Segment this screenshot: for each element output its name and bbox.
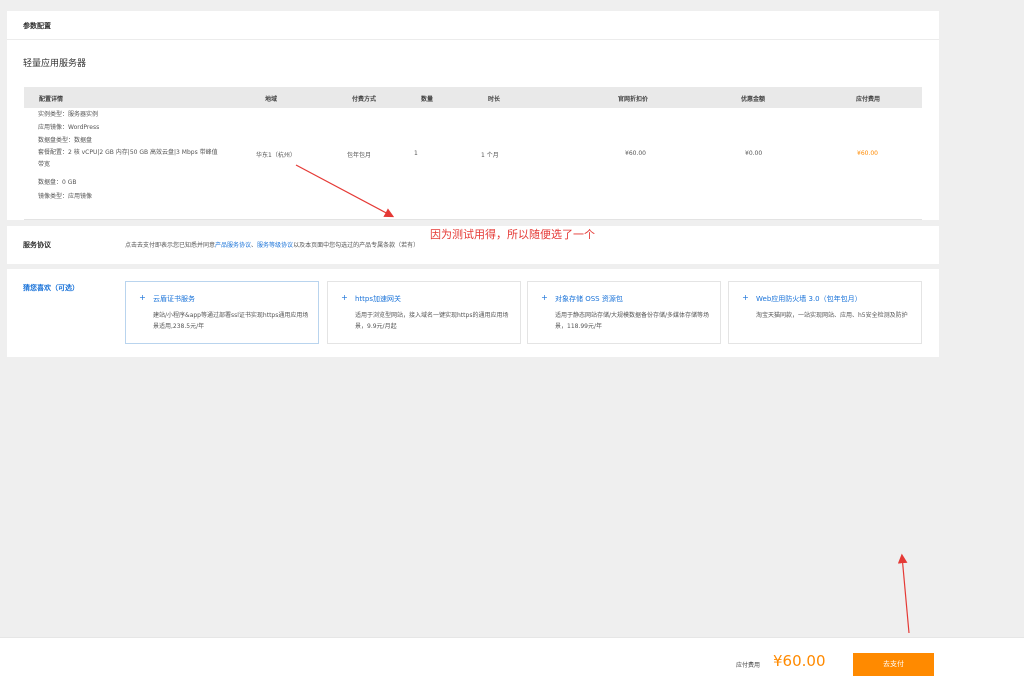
spec-instance-type: 实例类型：服务器实例: [38, 111, 99, 118]
annotation-arrow-pay: [897, 553, 910, 634]
recommend-item-title: Web应用防火墙 3.0（包年包月）: [756, 295, 862, 303]
cell-due: ¥60.00: [857, 150, 878, 157]
col-duration: 时长: [488, 96, 501, 103]
col-due: 应付费用: [856, 96, 881, 103]
product-name: 轻量应用服务器: [23, 59, 87, 69]
plus-icon[interactable]: +: [540, 293, 549, 302]
agreement-label: 服务协议: [23, 241, 51, 249]
recommend-item-title: 云盾证书服务: [153, 295, 195, 303]
agreement-text: 点击去支付即表示您已知悉并同意产品服务协议、服务等级协议以及本页面中您勾选过的产…: [125, 240, 419, 249]
table-header: 配置详情 地域 付费方式 数量 时长 官网折扣价 优惠金额 应付费用: [24, 87, 922, 108]
spec-disk-type: 数据盘类型：数据盘: [38, 137, 93, 144]
service-level-agreement-link[interactable]: 服务等级协议: [257, 242, 293, 249]
plus-icon[interactable]: +: [138, 293, 147, 302]
config-card: 参数配置 轻量应用服务器 配置详情 地域 付费方式 数量 时长 官网折扣价 优惠…: [7, 11, 939, 220]
product-service-agreement-link[interactable]: 产品服务协议: [215, 242, 251, 249]
divider: [7, 39, 939, 40]
row-divider: [24, 219, 922, 220]
spec-package: 套餐配置：2 核 vCPU|2 GB 内存|50 GB 高效云盘|3 Mbps …: [38, 149, 218, 168]
annotation-text: 因为测试用得，所以随便选了一个: [430, 228, 595, 241]
recommend-card: 猜您喜欢（可选） + 云盾证书服务 建站/小程序&app等通过部署ssl证书实现…: [7, 269, 939, 357]
recommend-item-desc: 适用于浏览型网站，接入域名一键实现https的通用应用场景，9.9元/月起: [355, 312, 509, 330]
plus-icon[interactable]: +: [340, 293, 349, 302]
spec-image: 应用镜像：WordPress: [38, 124, 100, 131]
col-region: 地域: [265, 96, 278, 103]
cell-discount: ¥0.00: [745, 150, 763, 157]
recommend-item-desc: 适用于静态网站存储/大规模数据备份存储/多媒体存储等场景，118.99元/年: [555, 312, 710, 330]
plus-icon[interactable]: +: [741, 293, 750, 302]
spec-data-disk: 数据盘：0 GB: [38, 179, 77, 186]
pay-button[interactable]: 去支付: [853, 653, 934, 676]
section-title: 参数配置: [23, 22, 51, 30]
col-quantity: 数量: [421, 96, 434, 103]
col-list-price: 官网折扣价: [618, 96, 649, 103]
footer-total-label: 应付费用: [736, 662, 761, 669]
col-payment: 付费方式: [352, 96, 377, 103]
recommend-item-title: https加速网关: [355, 295, 402, 303]
footer-bar: 应付费用 ¥60.00 去支付: [0, 637, 1024, 690]
recommend-item-title: 对象存储 OSS 资源包: [555, 295, 623, 303]
col-details: 配置详情: [39, 96, 64, 103]
agreement-text-after: 以及本页面中您勾选过的产品专属条款（若有）: [293, 242, 420, 249]
col-discount: 优惠金额: [741, 96, 766, 103]
recommend-item-https-gateway[interactable]: + https加速网关 适用于浏览型网站，接入域名一键实现https的通用应用场…: [327, 281, 521, 344]
recommend-item-ssl-certificate[interactable]: + 云盾证书服务 建站/小程序&app等通过部署ssl证书实现https通用应用…: [125, 281, 319, 344]
cell-payment: 包年包月: [347, 152, 372, 159]
footer-total-price: ¥60.00: [773, 652, 826, 670]
recommend-item-oss-package[interactable]: + 对象存储 OSS 资源包 适用于静态网站存储/大规模数据备份存储/多媒体存储…: [527, 281, 721, 344]
cell-list-price: ¥60.00: [625, 150, 646, 157]
recommend-item-desc: 淘宝天猫同款，一站实现网站、应用、h5安全检测及防护: [756, 312, 908, 319]
recommend-item-desc: 建站/小程序&app等通过部署ssl证书实现https通用应用场景适用,238.…: [153, 312, 309, 330]
cell-quantity: 1: [414, 150, 418, 157]
cell-duration: 1 个月: [481, 152, 499, 159]
recommend-label: 猜您喜欢（可选）: [23, 284, 79, 292]
spec-image-type: 镜像类型：应用镜像: [38, 193, 93, 200]
recommend-item-waf[interactable]: + Web应用防火墙 3.0（包年包月） 淘宝天猫同款，一站实现网站、应用、h5…: [728, 281, 922, 344]
cell-region: 华东1（杭州）: [256, 152, 296, 159]
agreement-text-before: 点击去支付即表示您已知悉并同意: [125, 242, 216, 249]
